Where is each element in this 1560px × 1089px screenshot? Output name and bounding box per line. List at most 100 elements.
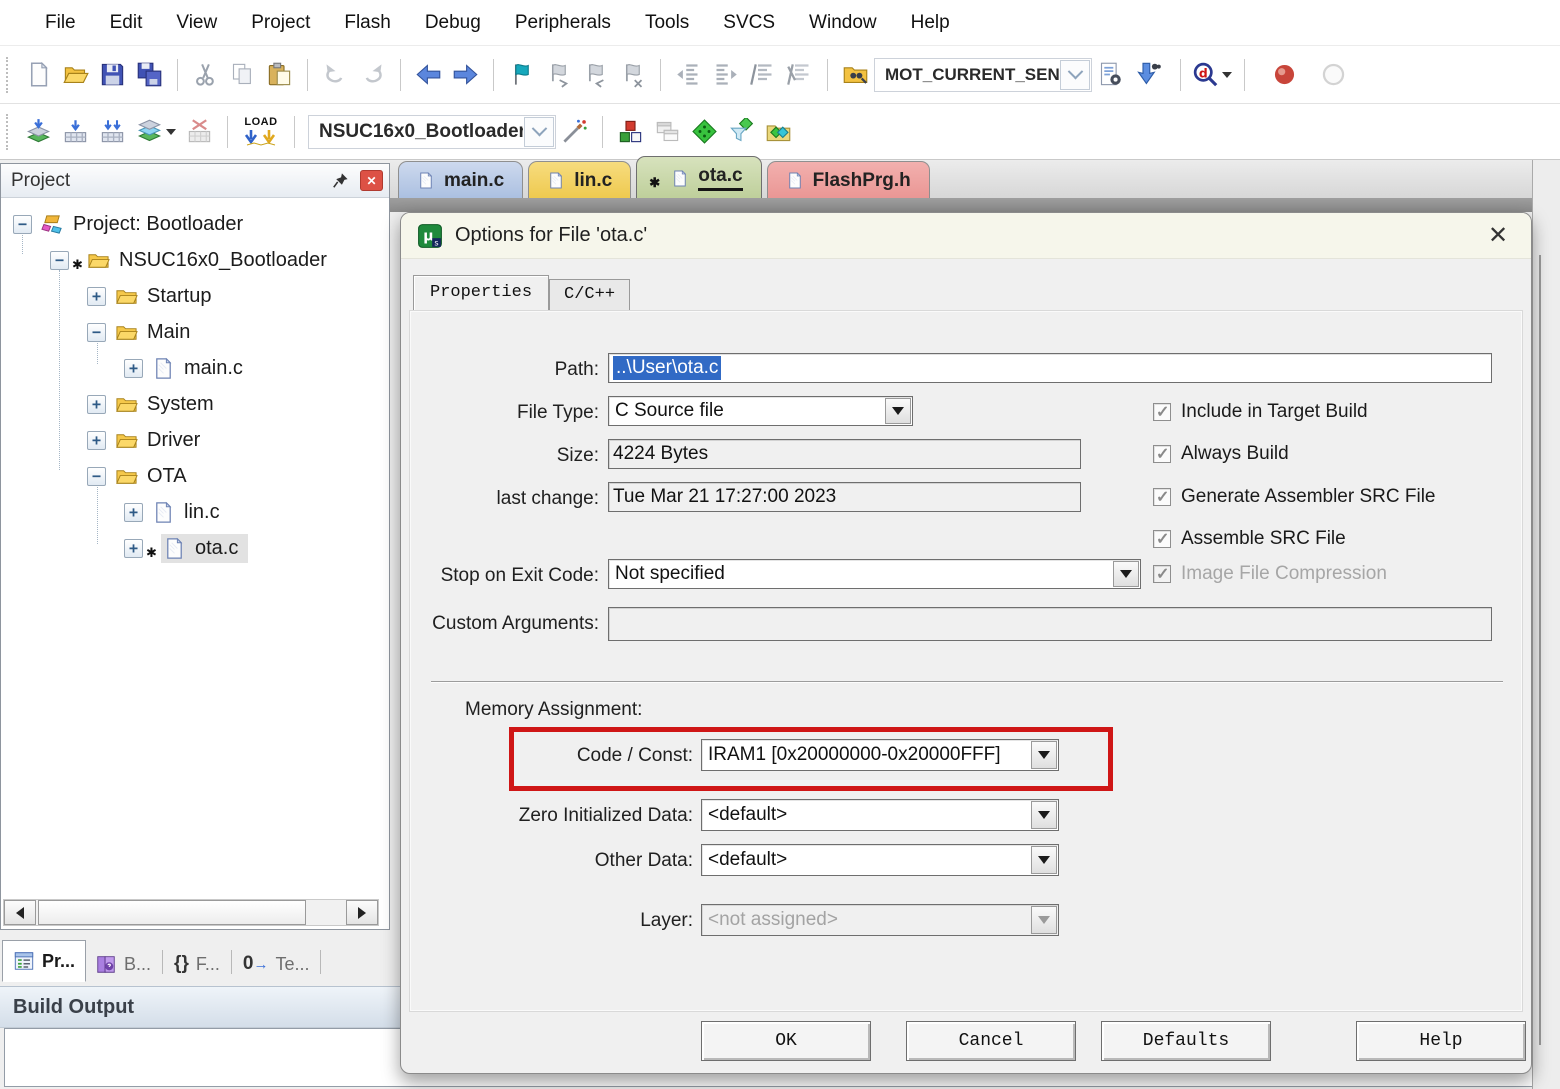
batch-build-button[interactable] [131,112,181,152]
menu-help[interactable]: Help [894,12,967,34]
editor-tab-ota-c[interactable]: ota.c [636,156,761,199]
toolbar-gripper[interactable] [6,114,12,150]
menu-window[interactable]: Window [792,12,894,34]
find-in-files-button[interactable] [837,55,874,95]
menu-file[interactable]: File [28,12,93,34]
checkbox-icon[interactable] [1153,488,1171,506]
comment-button[interactable] [744,55,781,95]
unindent-button[interactable] [670,55,707,95]
expand-icon[interactable]: + [87,431,106,450]
menu-project[interactable]: Project [234,12,327,34]
next-bookmark-button[interactable] [540,55,577,95]
dropdown-arrow-icon[interactable] [1031,846,1057,874]
other-data-dropdown[interactable]: <default> [701,844,1059,876]
save-button[interactable] [94,55,131,95]
custom-arguments-field[interactable] [608,607,1492,641]
tree-item-system[interactable]: + System [1,386,389,422]
uncomment-button[interactable] [781,55,818,95]
insert-breakpoint-button[interactable] [1266,55,1303,95]
expand-icon[interactable]: + [124,539,143,558]
tab-c-cpp[interactable]: C/C++ [549,279,630,310]
stop-build-button[interactable] [181,112,218,152]
defaults-button[interactable]: Defaults [1101,1021,1271,1061]
navigate-forward-button[interactable] [447,55,484,95]
tree-item-main[interactable]: − Main [1,314,389,350]
help-button[interactable]: Help [1356,1021,1526,1061]
toolbar-gripper[interactable] [6,57,12,93]
scroll-left-button[interactable] [4,900,36,925]
expand-icon[interactable]: + [124,503,143,522]
zero-initialized-data-dropdown[interactable]: <default> [701,799,1059,831]
tree-item-driver[interactable]: + Driver [1,422,389,458]
menu-flash[interactable]: Flash [327,12,407,34]
close-dialog-button[interactable] [1481,219,1515,253]
target-select-combo[interactable]: NSUC16x0_Bootloader [308,115,556,149]
chevron-down-icon[interactable] [524,117,554,147]
file-type-dropdown[interactable]: C Source file [608,396,913,426]
tree-item-ota-c[interactable]: + ota.c [1,530,389,566]
tree-item-nsuc16x0-bootloader[interactable]: − NSUC16x0_Bootloader [1,242,389,278]
collapse-icon[interactable]: − [87,467,106,486]
translate-button[interactable] [20,112,57,152]
pack-installer-button[interactable] [760,112,797,152]
tree-item-main-c[interactable]: + main.c [1,350,389,386]
tree-item-startup[interactable]: + Startup [1,278,389,314]
checkbox-generate-assembler-src[interactable]: Generate Assembler SRC File [1153,486,1436,508]
new-file-button[interactable] [20,55,57,95]
cancel-button[interactable]: Cancel [906,1021,1076,1061]
redo-button[interactable] [354,55,391,95]
cut-button[interactable] [187,55,224,95]
checkbox-include-in-target-build[interactable]: Include in Target Build [1153,401,1368,423]
view-tab-functions[interactable]: {} F... [165,946,229,982]
scrollbar-track[interactable] [36,900,346,925]
ok-button[interactable]: OK [701,1021,871,1061]
editor-tab-lin-c[interactable]: lin.c [528,161,631,199]
navigate-back-button[interactable] [410,55,447,95]
menu-edit[interactable]: Edit [93,12,160,34]
horizontal-scrollbar[interactable] [3,899,379,926]
checkbox-icon[interactable] [1153,530,1171,548]
expand-icon[interactable]: + [124,359,143,378]
collapse-icon[interactable]: − [13,215,32,234]
selected-tree-item[interactable]: ota.c [161,534,248,563]
editor-tab-main-c[interactable]: main.c [398,161,523,199]
toggle-bookmark-button[interactable] [503,55,540,95]
code-const-dropdown[interactable]: IRAM1 [0x20000000-0x20000FFF] [701,739,1059,771]
tree-item-lin-c[interactable]: + lin.c [1,494,389,530]
manage-project-items-button[interactable] [612,112,649,152]
scrollbar-thumb[interactable] [38,900,306,925]
manage-run-time-environment-button[interactable] [686,112,723,152]
checkbox-always-build[interactable]: Always Build [1153,443,1289,465]
editor-tab-flashprg-h[interactable]: FlashPrg.h [767,161,930,199]
chevron-down-icon[interactable] [166,129,176,135]
dropdown-arrow-icon[interactable] [1031,801,1057,829]
expand-icon[interactable]: + [87,395,106,414]
open-file-button[interactable] [57,55,94,95]
pin-panel-button[interactable] [328,169,352,193]
clear-bookmarks-button[interactable] [614,55,651,95]
download-button[interactable]: LOAD [237,116,285,148]
indent-button[interactable] [707,55,744,95]
checkbox-icon[interactable] [1153,445,1171,463]
checkbox-icon[interactable] [1153,403,1171,421]
expand-icon[interactable]: + [87,287,106,306]
menu-peripherals[interactable]: Peripherals [498,12,628,34]
disable-breakpoint-button[interactable] [1315,55,1352,95]
dialog-title-bar[interactable]: Options for File 'ota.c' [401,213,1531,259]
build-button[interactable] [57,112,94,152]
search-scope-combo[interactable]: MOT_CURRENT_SENSE_L [874,58,1092,92]
view-tab-project[interactable]: Pr... [2,940,86,982]
collapse-icon[interactable]: − [50,251,69,270]
menu-tools[interactable]: Tools [628,12,706,34]
save-all-button[interactable] [131,55,168,95]
tab-properties[interactable]: Properties [413,275,549,310]
previous-bookmark-button[interactable] [577,55,614,95]
path-field[interactable]: ..\User\ota.c [608,353,1492,383]
checkbox-assemble-src-file[interactable]: Assemble SRC File [1153,528,1346,550]
chevron-down-icon[interactable] [1060,60,1090,90]
menu-svcs[interactable]: SVCS [706,12,792,34]
paste-button[interactable] [261,55,298,95]
tree-item-ota[interactable]: − OTA [1,458,389,494]
incremental-find-button[interactable] [1129,55,1166,95]
debug-session-button[interactable] [1190,55,1234,95]
